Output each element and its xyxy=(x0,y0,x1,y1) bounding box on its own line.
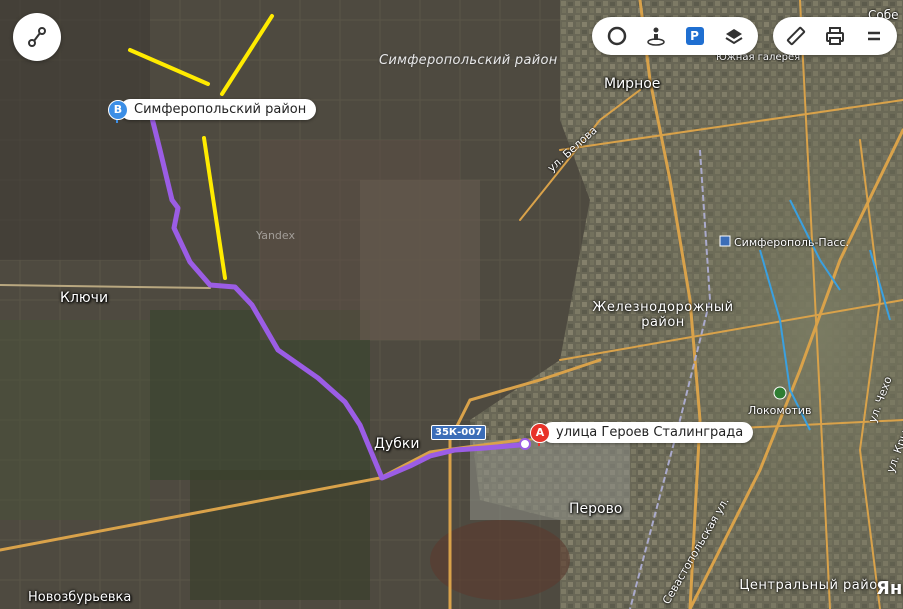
field-brown-2 xyxy=(360,180,480,340)
parking-icon: P xyxy=(685,27,704,45)
route-icon xyxy=(28,27,46,47)
industrial-area xyxy=(470,440,630,520)
marker-a-label: улица Героев Сталинграда xyxy=(542,422,754,443)
panorama-icon xyxy=(646,27,665,46)
layers-button[interactable] xyxy=(716,18,752,54)
road-code-badge: 35К-007 xyxy=(431,425,487,440)
menu-icon xyxy=(867,31,880,41)
print-button[interactable] xyxy=(817,18,853,54)
circle-icon xyxy=(607,26,626,46)
parking-button[interactable]: P xyxy=(677,18,713,54)
panorama-button[interactable] xyxy=(638,18,674,54)
print-icon xyxy=(825,27,844,45)
tools-toolbar xyxy=(773,17,897,55)
marker-b-label: Симферопольский район xyxy=(120,99,317,120)
field-green-3 xyxy=(190,470,370,600)
ruler-icon xyxy=(787,26,806,46)
route-end-point xyxy=(519,438,531,450)
traffic-button[interactable] xyxy=(599,18,635,54)
stadium-marker xyxy=(773,386,787,400)
menu-button[interactable] xyxy=(856,18,892,54)
map-canvas[interactable] xyxy=(0,0,903,609)
layers-toolbar: P xyxy=(592,17,758,55)
field-green-2 xyxy=(0,320,150,520)
layers-icon xyxy=(724,29,743,45)
ruler-button[interactable] xyxy=(778,18,814,54)
route-button[interactable] xyxy=(13,13,61,61)
marker-b-letter: B xyxy=(108,99,128,120)
station-marker xyxy=(719,235,731,247)
marker-a-letter: A xyxy=(530,422,550,443)
marker-b[interactable]: B Симферопольский район xyxy=(108,99,317,123)
marker-a[interactable]: A улица Героев Сталинграда xyxy=(530,422,754,446)
